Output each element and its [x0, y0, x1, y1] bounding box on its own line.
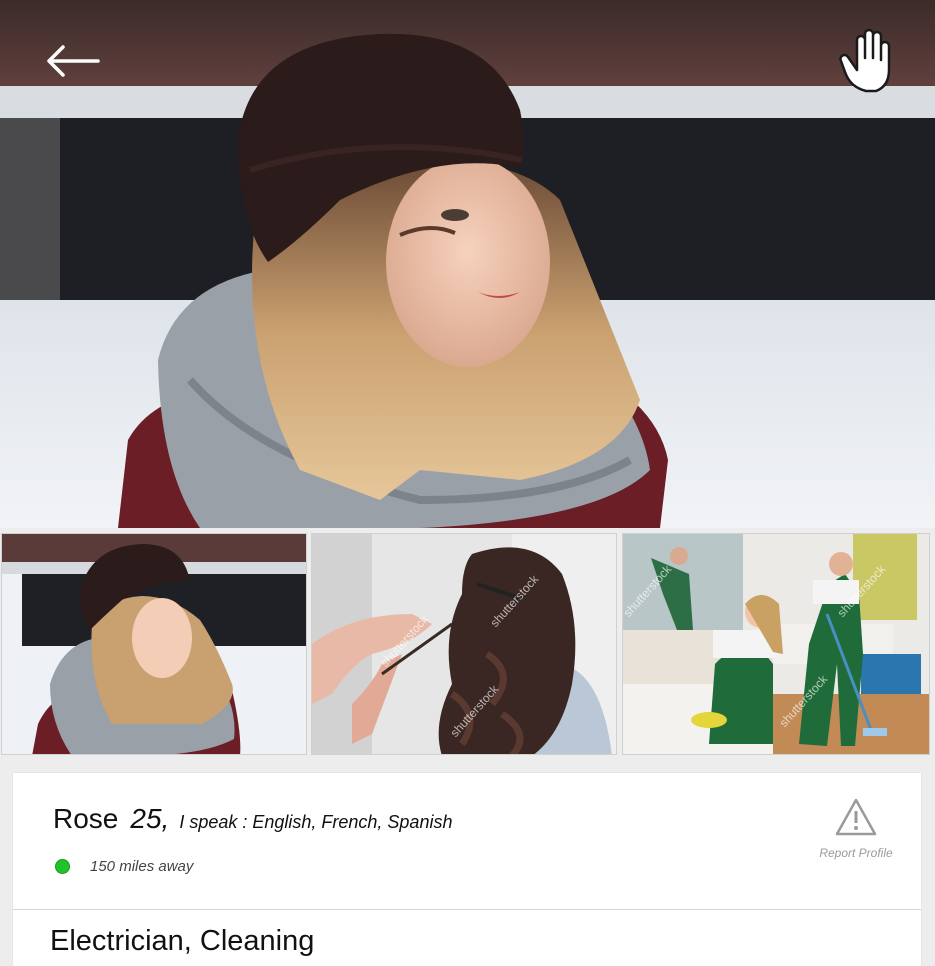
hero-photo: [0, 0, 935, 528]
profile-header: Rose 25, I speak : English, French, Span…: [53, 803, 452, 835]
report-profile-button[interactable]: Report Profile: [811, 797, 901, 860]
profile-name: Rose: [53, 803, 119, 834]
gallery-thumbnail[interactable]: shutterstock shutterstock shutterstock: [622, 533, 930, 755]
gallery-thumbnail[interactable]: shutterstock shutterstock shutterstock: [311, 533, 617, 755]
profile-card: Rose 25, I speak : English, French, Span…: [13, 773, 921, 966]
thumbnail-cleaning-image: [623, 534, 929, 754]
profile-distance: 150 miles away: [90, 858, 194, 875]
profile-age: 25,: [130, 803, 170, 834]
services-heading: Electrician, Cleaning: [50, 925, 315, 957]
back-button[interactable]: [44, 44, 114, 94]
hero-photo-art: [0, 0, 935, 528]
raised-hand-icon: [839, 28, 891, 93]
arrow-left-icon: [47, 45, 100, 77]
thumbnail-hair-styling-image: [312, 534, 616, 754]
report-profile-label: Report Profile: [819, 846, 893, 860]
online-status-dot: [55, 859, 70, 874]
profile-screen: shutterstock shutterstock shutterstock s…: [0, 0, 935, 966]
divider: [13, 909, 921, 910]
block-user-button[interactable]: [836, 24, 906, 98]
gallery-thumbnail[interactable]: [1, 533, 307, 755]
profile-languages: I speak : English, French, Spanish: [179, 812, 453, 832]
photo-gallery: shutterstock shutterstock shutterstock s…: [0, 533, 935, 757]
distance-row: 150 miles away: [55, 858, 193, 875]
thumbnail-portrait-image: [2, 534, 306, 754]
warning-triangle-icon: [835, 798, 877, 836]
